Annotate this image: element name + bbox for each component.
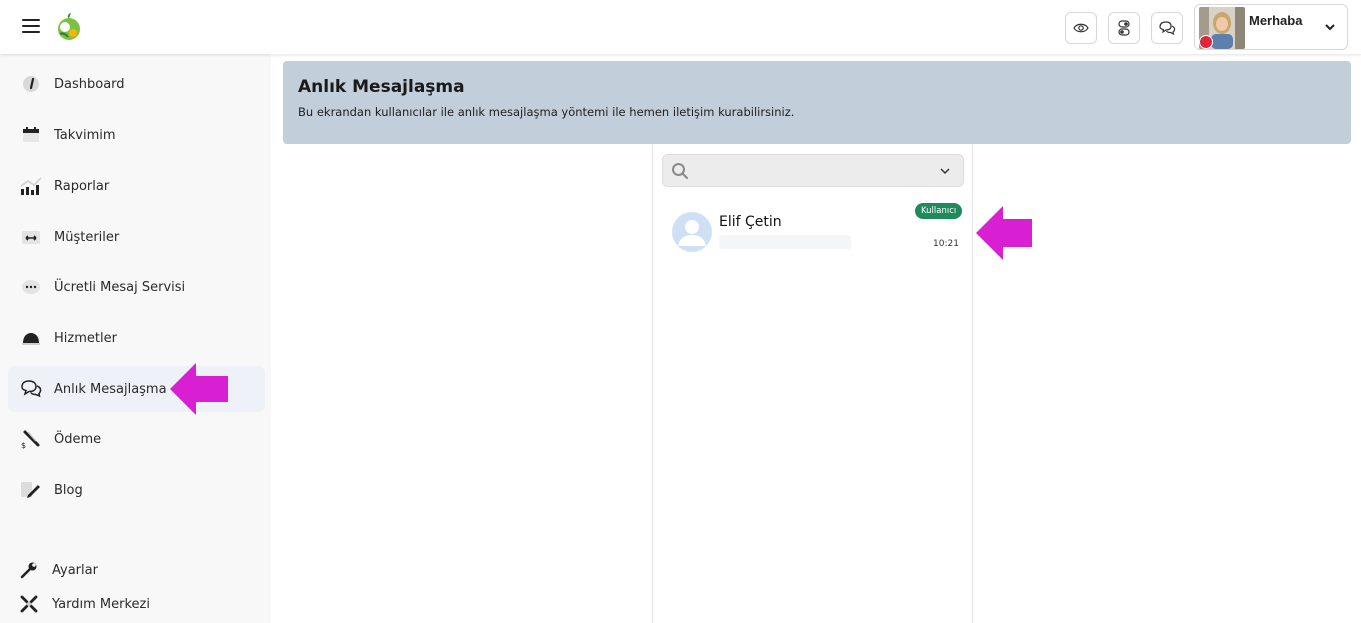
sidebar-item-blog[interactable]: Blog xyxy=(8,467,265,513)
sidebar-item-label: Takvimim xyxy=(54,127,116,143)
sidebar: Dashboard Takvimim Raporlar Müşteriler Ü… xyxy=(0,54,271,623)
conversation-list-panel: Elif Çetin Kullanıcı 10:21 xyxy=(652,144,973,623)
user-greeting: Merhaba xyxy=(1249,13,1303,28)
chat-bubbles-icon xyxy=(20,378,42,400)
sidebar-item-label: Hizmetler xyxy=(54,330,117,346)
page-header: Anlık Mesajlaşma Bu ekrandan kullanıcıla… xyxy=(283,61,1351,144)
gauge-icon xyxy=(20,73,42,95)
chat-icon xyxy=(1159,21,1176,36)
cloche-icon xyxy=(20,327,42,349)
help-center-icon xyxy=(18,593,40,615)
sidebar-item-label: Müşteriler xyxy=(54,229,120,245)
messages-button[interactable] xyxy=(1151,12,1183,44)
sidebar-item-yardim-merkezi[interactable]: Yardım Merkezi xyxy=(8,589,265,619)
eye-icon xyxy=(1073,23,1089,33)
conversation-search[interactable] xyxy=(662,154,964,187)
user-menu[interactable]: Merhaba xyxy=(1194,4,1348,50)
sidebar-item-label: Ücretli Mesaj Servisi xyxy=(54,279,186,295)
search-input[interactable] xyxy=(697,155,933,186)
page-subtitle: Bu ekrandan kullanıcılar ile anlık mesaj… xyxy=(298,105,795,119)
payment-icon: $ xyxy=(20,428,42,450)
toggle-button[interactable] xyxy=(1108,12,1140,44)
preview-button[interactable] xyxy=(1065,12,1097,44)
sidebar-item-hizmetler[interactable]: Hizmetler xyxy=(8,315,265,361)
page-title: Anlık Mesajlaşma xyxy=(298,77,465,97)
sidebar-item-ayarlar[interactable]: Ayarlar xyxy=(8,555,265,585)
wrench-icon xyxy=(18,559,40,581)
sidebar-item-dashboard[interactable]: Dashboard xyxy=(8,61,265,107)
customers-icon xyxy=(20,226,42,248)
chevron-down-icon[interactable] xyxy=(939,166,951,176)
toggle-icon xyxy=(1118,20,1130,36)
search-icon xyxy=(672,163,688,179)
svg-text:$: $ xyxy=(21,441,26,449)
chevron-down-icon[interactable] xyxy=(1323,20,1337,34)
status-indicator xyxy=(1199,35,1213,49)
annotation-arrow-left-icon xyxy=(170,363,228,415)
conversation-item[interactable]: Elif Çetin Kullanıcı 10:21 xyxy=(662,201,964,261)
sidebar-item-odeme[interactable]: $ Ödeme xyxy=(8,416,265,462)
conversation-name: Elif Çetin xyxy=(719,214,782,230)
sidebar-item-label: Dashboard xyxy=(54,76,125,92)
sidebar-item-ucretli-mesaj-servisi[interactable]: Ücretli Mesaj Servisi xyxy=(8,264,265,310)
sidebar-item-label: Yardım Merkezi xyxy=(52,596,150,612)
sidebar-item-label: Ayarlar xyxy=(52,562,98,578)
sidebar-item-raporlar[interactable]: Raporlar xyxy=(8,163,265,209)
app-logo[interactable] xyxy=(54,12,84,42)
sidebar-item-label: Anlık Mesajlaşma xyxy=(54,381,167,397)
sidebar-item-label: Ödeme xyxy=(54,431,102,447)
conversation-preview xyxy=(719,235,851,249)
hamburger-menu-icon[interactable] xyxy=(22,19,40,33)
top-bar: Merhaba xyxy=(0,0,1361,54)
blog-pen-icon xyxy=(20,479,42,501)
annotation-arrow-left-icon xyxy=(976,206,1032,260)
role-badge: Kullanıcı xyxy=(915,203,963,219)
calendar-icon xyxy=(20,124,42,146)
sidebar-item-label: Raporlar xyxy=(54,178,110,194)
sidebar-item-takvimim[interactable]: Takvimim xyxy=(8,112,265,158)
sidebar-item-label: Blog xyxy=(54,482,83,498)
message-dots-icon xyxy=(20,276,42,298)
bar-chart-icon xyxy=(20,175,42,197)
conversation-time: 10:21 xyxy=(933,239,959,249)
avatar xyxy=(672,212,712,252)
sidebar-item-musteriler[interactable]: Müşteriler xyxy=(8,214,265,260)
